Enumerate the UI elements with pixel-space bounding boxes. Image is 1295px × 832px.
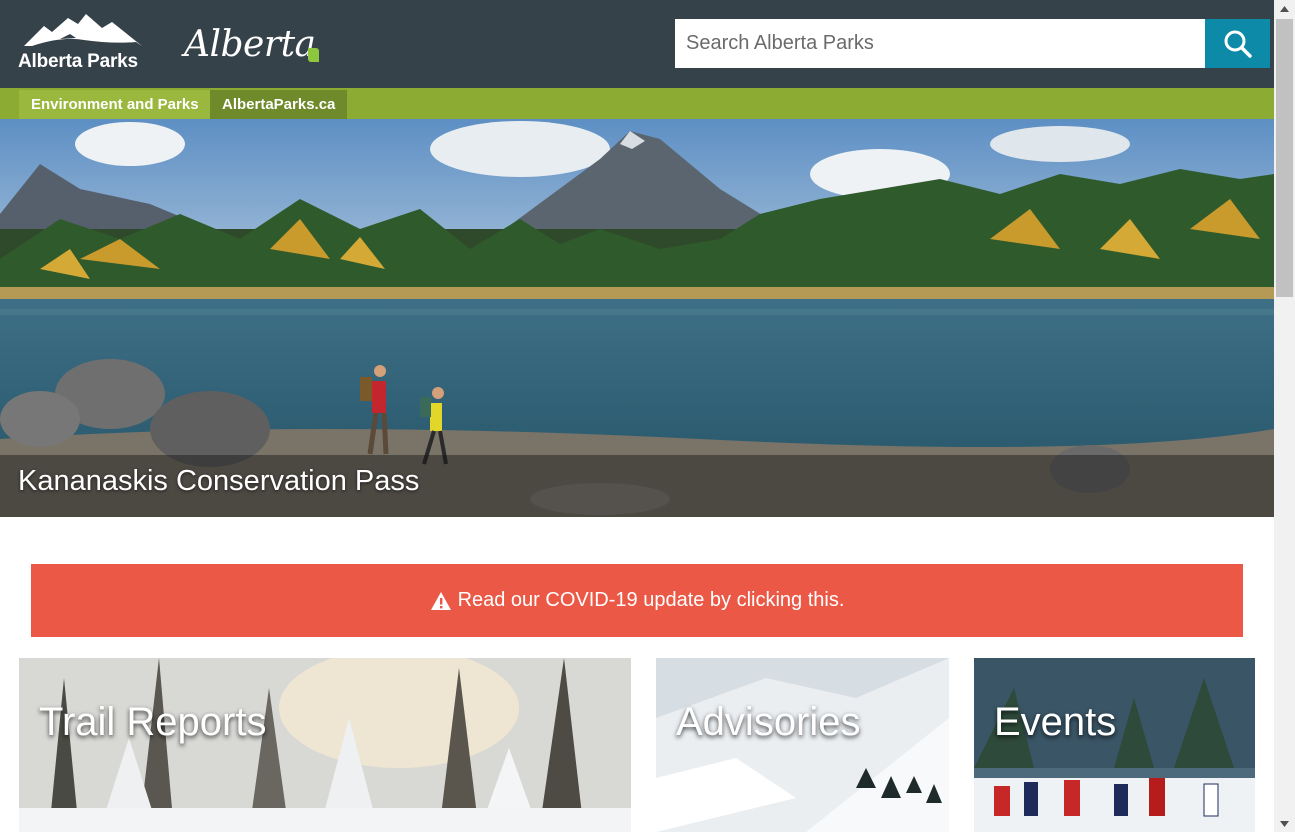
alberta-logo-mark-icon [308,48,319,62]
scroll-down-arrow-icon[interactable] [1274,815,1295,832]
cross-country-skiers-image [974,658,1255,832]
search-input[interactable] [675,19,1205,68]
covid-alert-banner[interactable]: Read our COVID-19 update by clicking thi… [31,564,1243,637]
mountain-logo-icon [24,14,142,46]
search-button[interactable] [1205,19,1270,68]
tab-environment-and-parks[interactable]: Environment and Parks [19,90,211,119]
government-of-alberta-logo[interactable]: Alberta [184,24,316,65]
scroll-up-arrow-icon[interactable] [1274,0,1295,17]
alberta-parks-logo[interactable]: Alberta Parks [18,12,146,74]
card-title: Events [994,700,1117,744]
trail-reports-card[interactable]: Trail Reports [19,658,631,832]
search-icon [1224,30,1252,58]
card-title: Trail Reports [39,700,267,744]
vertical-scrollbar[interactable] [1274,0,1295,832]
hero-banner[interactable]: Kananaskis Conservation Pass [0,119,1274,517]
hero-title[interactable]: Kananaskis Conservation Pass [18,465,419,498]
warning-triangle-icon [430,591,452,611]
events-card[interactable]: Events [974,658,1255,832]
top-nav: Environment and Parks AlbertaParks.ca [0,88,1274,119]
logo-text: Alberta Parks [18,51,138,72]
snowy-mountain-slope-image [656,658,949,832]
site-header: Alberta Parks Alberta [0,0,1274,88]
advisories-card[interactable]: Advisories [656,658,949,832]
page: Alberta Parks Alberta Environment and Pa… [0,0,1274,832]
card-title: Advisories [676,700,861,744]
snowy-forest-image [19,658,631,832]
tab-albertaparks-ca[interactable]: AlbertaParks.ca [210,90,348,119]
scrollbar-thumb[interactable] [1276,19,1293,297]
covid-alert-text: Read our COVID-19 update by clicking thi… [457,589,845,611]
